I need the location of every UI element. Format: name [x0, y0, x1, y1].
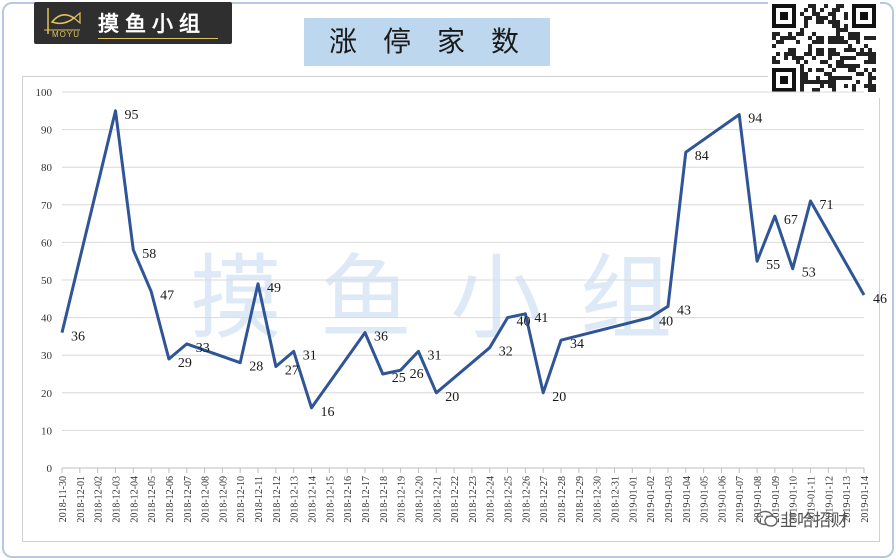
x-tick-label: 2018-12-21 — [432, 476, 443, 523]
x-tick-label: 2018-12-14 — [308, 476, 319, 523]
x-tick-label: 2018-12-12 — [272, 476, 283, 523]
data-label: 31 — [303, 348, 317, 363]
x-tick-label: 2018-12-20 — [414, 476, 425, 523]
x-tick-label: 2018-12-02 — [94, 476, 105, 523]
x-tick-label: 2018-12-16 — [343, 476, 354, 523]
data-label: 27 — [285, 363, 299, 378]
line-chart: 摸鱼小组 0102030405060708090100 2018-11-30 20… — [36, 87, 888, 523]
x-tick-label: 2018-12-31 — [610, 476, 621, 523]
data-label: 16 — [321, 405, 335, 420]
data-label: 28 — [249, 360, 263, 375]
data-label: 58 — [142, 247, 156, 262]
y-tick-label: 50 — [41, 275, 53, 287]
x-tick-label: 2018-12-17 — [361, 476, 372, 523]
x-tick-label: 2019-01-04 — [682, 476, 693, 523]
y-tick-label: 70 — [41, 200, 53, 212]
x-tick-label: 2018-12-10 — [236, 476, 247, 523]
x-tick-label: 2019-01-03 — [664, 476, 675, 523]
x-tick-label: 2018-12-23 — [468, 476, 479, 523]
x-tick-label: 2018-12-13 — [290, 476, 301, 523]
data-label: 25 — [392, 371, 406, 386]
data-label: 32 — [499, 345, 513, 360]
data-label: 36 — [71, 330, 85, 345]
y-tick-label: 40 — [41, 313, 53, 325]
x-tick-label: 2018-12-26 — [521, 476, 532, 523]
x-tick-label: 2019-01-06 — [717, 476, 728, 523]
x-tick-label: 2018-12-07 — [183, 476, 194, 523]
x-tick-label: 2018-12-06 — [165, 476, 176, 523]
y-axis: 0 10 20 30 40 50 60 70 80 90 100 — [36, 87, 53, 475]
y-tick-label: 100 — [36, 87, 53, 99]
x-tick-label: 2018-11-30 — [58, 476, 69, 522]
y-tick-label: 80 — [41, 162, 53, 174]
data-label: 84 — [695, 149, 709, 164]
x-tick-label: 2019-01-14 — [860, 476, 871, 523]
data-label: 55 — [766, 258, 780, 273]
y-tick-label: 30 — [41, 350, 53, 362]
data-label: 47 — [160, 288, 174, 303]
x-tick-label: 2018-12-05 — [147, 476, 158, 523]
data-label: 53 — [802, 266, 816, 281]
x-tick-label: 2018-12-08 — [201, 476, 212, 523]
x-tick-label: 2018-12-11 — [254, 476, 265, 522]
x-tick-label: 2019-01-05 — [700, 476, 711, 523]
data-label: 43 — [677, 303, 691, 318]
x-tick-label: 2018-12-24 — [486, 476, 497, 523]
data-label: 40 — [517, 315, 531, 330]
data-label: 33 — [196, 341, 210, 356]
data-label: 40 — [659, 315, 673, 330]
y-tick-label: 10 — [41, 425, 53, 437]
data-label: 67 — [784, 213, 798, 228]
data-label: 46 — [873, 292, 887, 307]
x-tick-label: 2018-12-15 — [325, 476, 336, 523]
y-tick-label: 0 — [47, 463, 53, 475]
x-tick-label: 2018-12-04 — [129, 476, 140, 523]
x-tick-label: 2018-12-19 — [397, 476, 408, 523]
data-label: 71 — [820, 198, 834, 213]
x-tick-label: 2018-12-29 — [575, 476, 586, 523]
data-label: 29 — [178, 356, 192, 371]
x-tick-label: 2018-12-09 — [218, 476, 229, 523]
y-tick-label: 90 — [41, 125, 53, 137]
y-tick-label: 60 — [41, 237, 53, 249]
x-tick-label: 2018-12-25 — [504, 476, 515, 523]
wechat-icon — [756, 510, 778, 527]
x-tick-label: 2018-12-30 — [593, 476, 604, 523]
data-label: 41 — [534, 311, 548, 326]
data-label: 49 — [267, 281, 281, 296]
data-label: 34 — [570, 337, 584, 352]
x-tick-label: 2018-12-03 — [111, 476, 122, 523]
data-label: 26 — [410, 367, 424, 382]
x-tick-label: 2018-12-28 — [557, 476, 568, 523]
y-tick-label: 20 — [41, 388, 53, 400]
data-label: 95 — [124, 108, 138, 123]
x-tick-label: 2019-01-07 — [735, 476, 746, 523]
data-label: 94 — [748, 112, 762, 127]
data-label: 20 — [552, 390, 566, 405]
x-axis: 2018-11-30 2018-12-01 2018-12-02 2018-12-03… — [58, 468, 871, 523]
x-tick-label: 2019-01-01 — [628, 476, 639, 523]
x-tick-label: 2018-12-27 — [539, 476, 550, 523]
x-tick-label: 2018-12-22 — [450, 476, 461, 523]
x-tick-label: 2018-12-01 — [76, 476, 87, 523]
footer-watermark: 韭哈招财 — [780, 511, 848, 531]
x-tick-label: 2018-12-18 — [379, 476, 390, 523]
x-tick-label: 2019-01-02 — [646, 476, 657, 523]
data-label: 36 — [374, 330, 388, 345]
data-label: 31 — [427, 348, 441, 363]
data-label: 20 — [445, 390, 459, 405]
